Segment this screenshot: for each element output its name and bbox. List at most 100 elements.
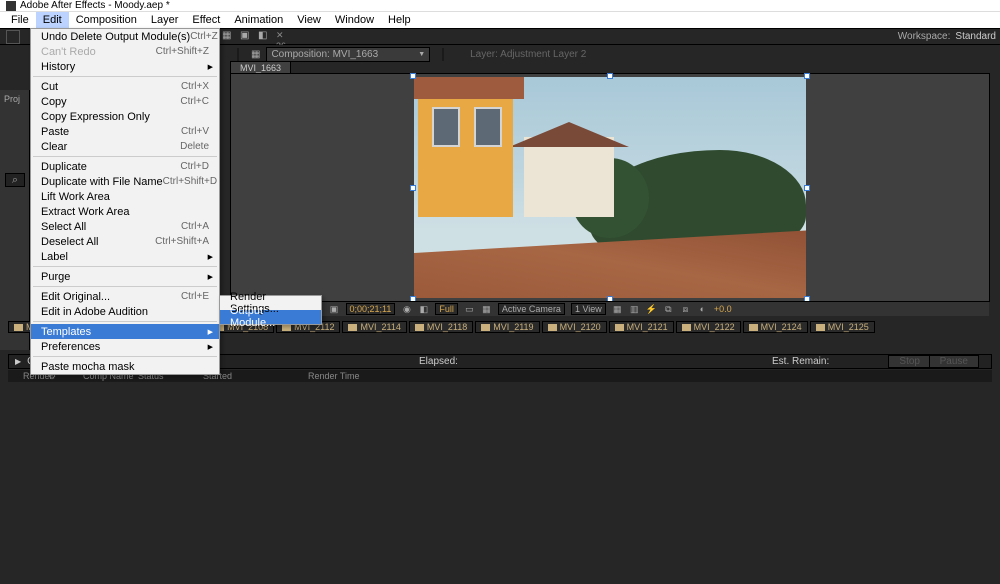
comp-flowchart-icon[interactable]: ⧈ (680, 304, 691, 315)
templates-submenu: Render Settings...Output Module... (219, 295, 322, 325)
menu-item[interactable]: Preferences▶ (31, 339, 219, 354)
menu-item[interactable]: Edit in Adobe Audition (31, 304, 219, 319)
menu-item[interactable]: Select AllCtrl+A (31, 219, 219, 234)
app-logo-icon (6, 1, 16, 11)
menu-item[interactable]: Lift Work Area (31, 189, 219, 204)
preview-image (414, 77, 806, 298)
tool-snap[interactable]: ✕ 36 (276, 30, 290, 44)
menu-composition[interactable]: Composition (69, 12, 144, 28)
timeline-tab[interactable]: MVI_2124 (743, 321, 808, 333)
folder-icon (348, 324, 357, 331)
layer-label: Layer: Adjustment Layer 2 (470, 49, 586, 60)
folder-icon (548, 324, 557, 331)
comp-toggle-icon[interactable]: ▦ (251, 49, 260, 60)
composition-selector[interactable]: Composition: MVI_1663 ▼ (266, 47, 430, 62)
selection-tool-icon[interactable] (6, 30, 20, 44)
menu-view[interactable]: View (290, 12, 328, 28)
submenu-arrow-icon: ▶ (208, 273, 213, 281)
resolution-select[interactable]: Full (435, 303, 458, 315)
submenu-arrow-icon: ▶ (208, 343, 213, 351)
transparency-icon[interactable]: ▦ (481, 304, 492, 315)
pixel-icon[interactable]: ▥ (629, 304, 640, 315)
views-select[interactable]: 1 View (571, 303, 606, 315)
composition-viewer[interactable]: ▩ 39.8% ⊞ ▭ ▣ 0;00;21;11 ◉ ◧ Full ▭ ▦ Ac… (230, 73, 990, 302)
menu-item[interactable]: Label▶ (31, 249, 219, 264)
tool-icon[interactable]: ▣ (240, 30, 254, 44)
menu-item[interactable]: DuplicateCtrl+D (31, 159, 219, 174)
menu-effect[interactable]: Effect (185, 12, 227, 28)
menu-edit[interactable]: Edit (36, 12, 69, 28)
tool-icon[interactable]: ◧ (258, 30, 272, 44)
elapsed-label: Elapsed: (419, 356, 458, 367)
project-label: Proj (0, 90, 29, 108)
viewer-controls: ▩ 39.8% ⊞ ▭ ▣ 0;00;21;11 ◉ ◧ Full ▭ ▦ Ac… (231, 301, 989, 316)
submenu-arrow-icon: ▶ (208, 328, 213, 336)
menu-item[interactable]: CutCtrl+X (31, 79, 219, 94)
folder-icon (749, 324, 758, 331)
menu-item[interactable]: Purge▶ (31, 269, 219, 284)
composition-header: ▦ Composition: MVI_1663 ▼ Layer: Adjustm… (225, 48, 1000, 61)
workspace-selector[interactable]: Standard (955, 31, 996, 42)
menu-item[interactable]: ClearDelete (31, 139, 219, 154)
folder-icon (816, 324, 825, 331)
time-display[interactable]: 0;00;21;11 (346, 303, 396, 315)
timeline-tab[interactable]: MVI_2114 (342, 321, 406, 333)
submenu-item[interactable]: Output Module... (220, 310, 321, 324)
timeline-tab[interactable]: MVI_2125 (810, 321, 875, 333)
transform-handle[interactable] (804, 185, 810, 191)
channel-icon[interactable]: ◧ (418, 304, 429, 315)
workspace-label: Workspace: (898, 31, 951, 42)
folder-icon (14, 324, 23, 331)
folder-icon (615, 324, 624, 331)
tool-icon[interactable]: ▦ (222, 30, 236, 44)
menu-file[interactable]: File (4, 12, 36, 28)
menu-item[interactable]: Paste mocha mask (31, 359, 219, 374)
menu-window[interactable]: Window (328, 12, 381, 28)
project-panel: Proj (0, 90, 30, 350)
exposure-value[interactable]: +0.0 (714, 304, 732, 314)
menu-item[interactable]: Extract Work Area (31, 204, 219, 219)
expand-icon[interactable]: ▶ (15, 357, 21, 366)
menu-item[interactable]: CopyCtrl+C (31, 94, 219, 109)
menu-animation[interactable]: Animation (227, 12, 290, 28)
fast-preview-icon[interactable]: ⚡ (646, 304, 657, 315)
menu-item[interactable]: Templates▶ (31, 324, 219, 339)
menu-item[interactable]: Edit Original...Ctrl+E (31, 289, 219, 304)
search-icon[interactable]: ⌕ (5, 173, 25, 187)
menu-item[interactable]: Undo Delete Output Module(s)Ctrl+Z (31, 29, 219, 44)
timeline-tab[interactable]: MVI_2120 (542, 321, 607, 333)
snapshot-icon[interactable]: ◉ (401, 304, 412, 315)
menu-item[interactable]: Deselect AllCtrl+Shift+A (31, 234, 219, 249)
menu-item[interactable]: History▶ (31, 59, 219, 74)
folder-icon (682, 324, 691, 331)
exposure-icon[interactable]: ◐ (697, 304, 708, 315)
timeline-tab[interactable]: MVI_2121 (609, 321, 674, 333)
timeline-tab[interactable]: MVI_2118 (409, 321, 473, 333)
transform-handle[interactable] (607, 73, 613, 79)
col-render-time: Render Time (308, 371, 360, 381)
timeline-tab[interactable]: MVI_2122 (676, 321, 741, 333)
view-options-icon[interactable]: ▦ (612, 304, 623, 315)
submenu-arrow-icon: ▶ (208, 63, 213, 71)
timeline-icon[interactable]: ⧉ (663, 304, 674, 315)
menu-bar: FileEditCompositionLayerEffectAnimationV… (0, 11, 1000, 28)
transform-handle[interactable] (410, 185, 416, 191)
folder-icon (415, 324, 424, 331)
menu-item[interactable]: Duplicate with File NameCtrl+Shift+D (31, 174, 219, 189)
transform-handle[interactable] (804, 73, 810, 79)
remain-label: Est. Remain: (772, 356, 829, 367)
timeline-tab[interactable]: MVI_2119 (475, 321, 539, 333)
chevron-down-icon: ▼ (418, 51, 425, 58)
camera-select[interactable]: Active Camera (498, 303, 565, 315)
render-queue-body (8, 382, 992, 572)
menu-layer[interactable]: Layer (144, 12, 186, 28)
stop-button[interactable]: Stop (888, 355, 931, 368)
menu-item[interactable]: PasteCtrl+V (31, 124, 219, 139)
menu-help[interactable]: Help (381, 12, 418, 28)
transform-handle[interactable] (410, 73, 416, 79)
folder-icon (481, 324, 490, 331)
menu-item[interactable]: Copy Expression Only (31, 109, 219, 124)
mask-icon[interactable]: ▣ (329, 304, 340, 315)
pause-button[interactable]: Pause (929, 355, 979, 368)
region-of-interest-icon[interactable]: ▭ (464, 304, 475, 315)
